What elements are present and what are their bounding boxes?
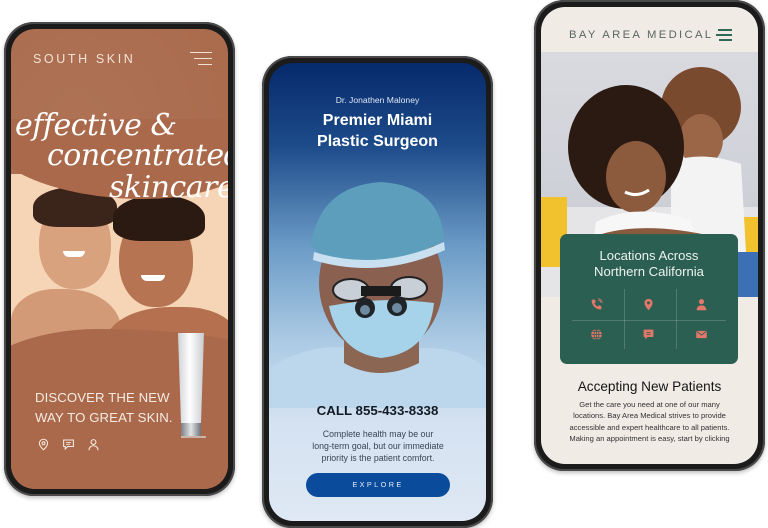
smile-right (141, 275, 165, 281)
user-icon (696, 298, 707, 310)
desc-line-3: priority is the patient comfort. (321, 453, 435, 464)
bay-area-screen: BAY AREA MEDICAL Locations Across Northe… (541, 7, 758, 464)
title-line-1: Premier Miami (322, 112, 433, 129)
chat-icon[interactable] (62, 438, 75, 451)
grid-cell-mail[interactable] (675, 319, 728, 349)
section-description: Get the care you need at one of our many… (555, 399, 744, 444)
miami-screen: Dr. Jonathen Maloney Premier Miami Plast… (269, 63, 486, 521)
mail-icon (696, 330, 707, 338)
section-heading: Accepting New Patients (577, 379, 722, 394)
title-line-2: Plastic Surgeon (317, 133, 438, 150)
tagline: DISCOVER THE NEW WAY TO GREAT SKIN. (35, 388, 173, 428)
chat-icon (644, 329, 654, 339)
locations-card-title: Locations Across Northern California (560, 248, 738, 280)
tagline-line-1: DISCOVER THE NEW (35, 390, 170, 405)
globe-icon (591, 328, 602, 340)
product-tube-image (178, 333, 206, 438)
grid-cell-phone[interactable] (570, 289, 623, 319)
brand-logo[interactable]: BAY AREA MEDICAL (569, 29, 713, 41)
doctor-name: Dr. Jonathen Maloney (335, 95, 420, 105)
surgeon-photo (269, 182, 486, 408)
phone-mockup-bay-area-medical: BAY AREA MEDICAL Locations Across Northe… (534, 0, 765, 471)
script-line-3: skincare (109, 170, 228, 205)
hamburger-menu-icon[interactable] (190, 51, 212, 67)
grid-cell-user[interactable] (675, 289, 728, 319)
tagline-line-2: WAY TO GREAT SKIN. (35, 410, 173, 425)
explore-button[interactable]: EXPLORE (306, 473, 450, 497)
grid-cell-chat[interactable] (623, 319, 676, 349)
desc-line-2: long-term goal, but our immediate (312, 441, 444, 452)
desc-line-3: accessible and expert healthcare to all … (569, 422, 730, 432)
brand-logo[interactable]: SOUTH SKIN (33, 52, 135, 66)
phone-icon (591, 297, 603, 309)
contact-icon-grid (570, 289, 728, 349)
grid-cell-location[interactable] (623, 289, 676, 319)
phone-mockup-south-skin: SOUTH SKIN effective & concentrated skin… (4, 22, 235, 496)
page-title: Premier Miami Plastic Surgeon (269, 110, 486, 152)
south-skin-screen: SOUTH SKIN effective & concentrated skin… (11, 29, 228, 489)
hamburger-menu-icon[interactable] (716, 29, 732, 41)
smile-left (63, 251, 85, 257)
desc-line-4: Making an appointment is easy, start by … (569, 433, 730, 443)
script-line-2: concentrated (47, 138, 228, 173)
description: Complete health may be our long-term goa… (299, 428, 457, 465)
desc-line-2: locations. Bay Area Medical strives to p… (573, 411, 726, 421)
script-line-1: effective & (15, 108, 177, 143)
desc-line-1: Complete health may be our (322, 429, 434, 439)
locations-card: Locations Across Northern California (560, 234, 738, 364)
user-icon[interactable] (87, 438, 100, 451)
card-title-line-2: Northern California (594, 264, 704, 279)
quick-links (37, 438, 100, 451)
card-title-line-1: Locations Across (599, 248, 699, 263)
location-pin-icon (644, 298, 654, 310)
desc-line-1: Get the care you need at one of our many (579, 400, 720, 409)
call-phone-link[interactable]: CALL 855-433-8338 (269, 403, 486, 418)
location-pin-icon[interactable] (37, 438, 50, 451)
phone-mockup-miami-surgeon: Dr. Jonathen Maloney Premier Miami Plast… (262, 56, 493, 528)
grid-cell-globe[interactable] (570, 319, 623, 349)
